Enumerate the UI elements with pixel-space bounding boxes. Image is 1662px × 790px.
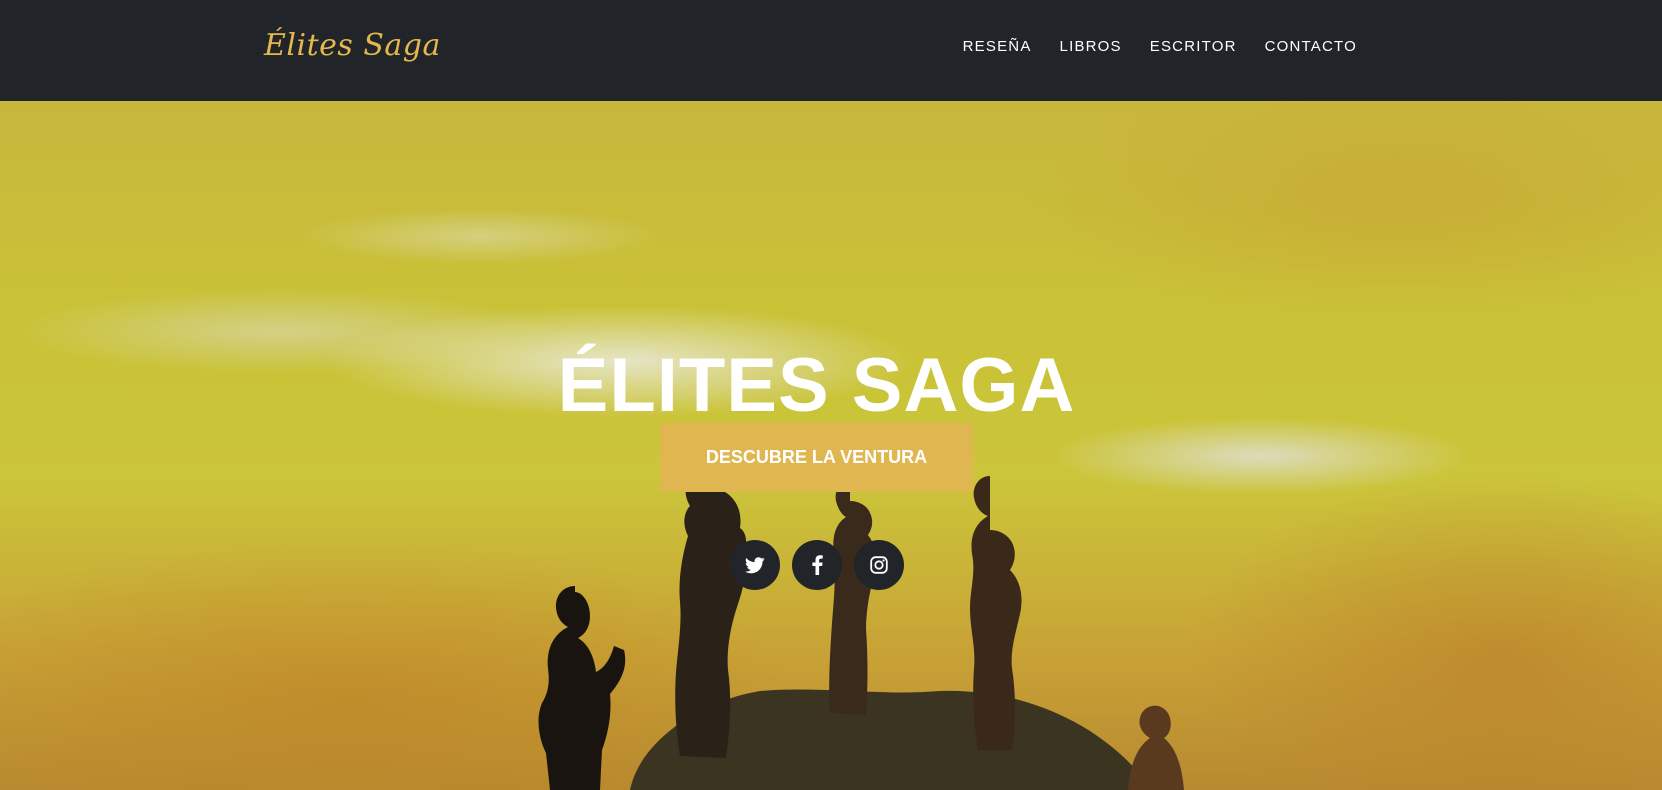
nav-link-escritor[interactable]: ESCRITOR — [1136, 38, 1251, 55]
discover-button[interactable]: DESCUBRE LA VENTURA — [660, 423, 973, 492]
nav-link-resena[interactable]: RESEÑA — [949, 38, 1046, 55]
facebook-button[interactable] — [792, 540, 842, 590]
facebook-icon — [811, 555, 823, 575]
instagram-icon — [870, 556, 888, 574]
nav-link-contacto[interactable]: CONTACTO — [1251, 38, 1357, 55]
twitter-icon — [745, 556, 765, 573]
twitter-button[interactable] — [730, 540, 780, 590]
hero-title: ÉLITES SAGA — [557, 342, 1076, 428]
top-navbar: Élites Saga RESEÑA LIBROS ESCRITOR CONTA… — [0, 0, 1662, 101]
social-links — [730, 540, 904, 590]
instagram-button[interactable] — [854, 540, 904, 590]
hero-section: ÉLITES SAGA DESCUBRE LA VENTURA — [0, 101, 1662, 790]
brand-logo[interactable]: Élites Saga — [264, 28, 441, 63]
nav-menu: RESEÑA LIBROS ESCRITOR CONTACTO — [949, 38, 1357, 55]
nav-link-libros[interactable]: LIBROS — [1046, 38, 1136, 55]
